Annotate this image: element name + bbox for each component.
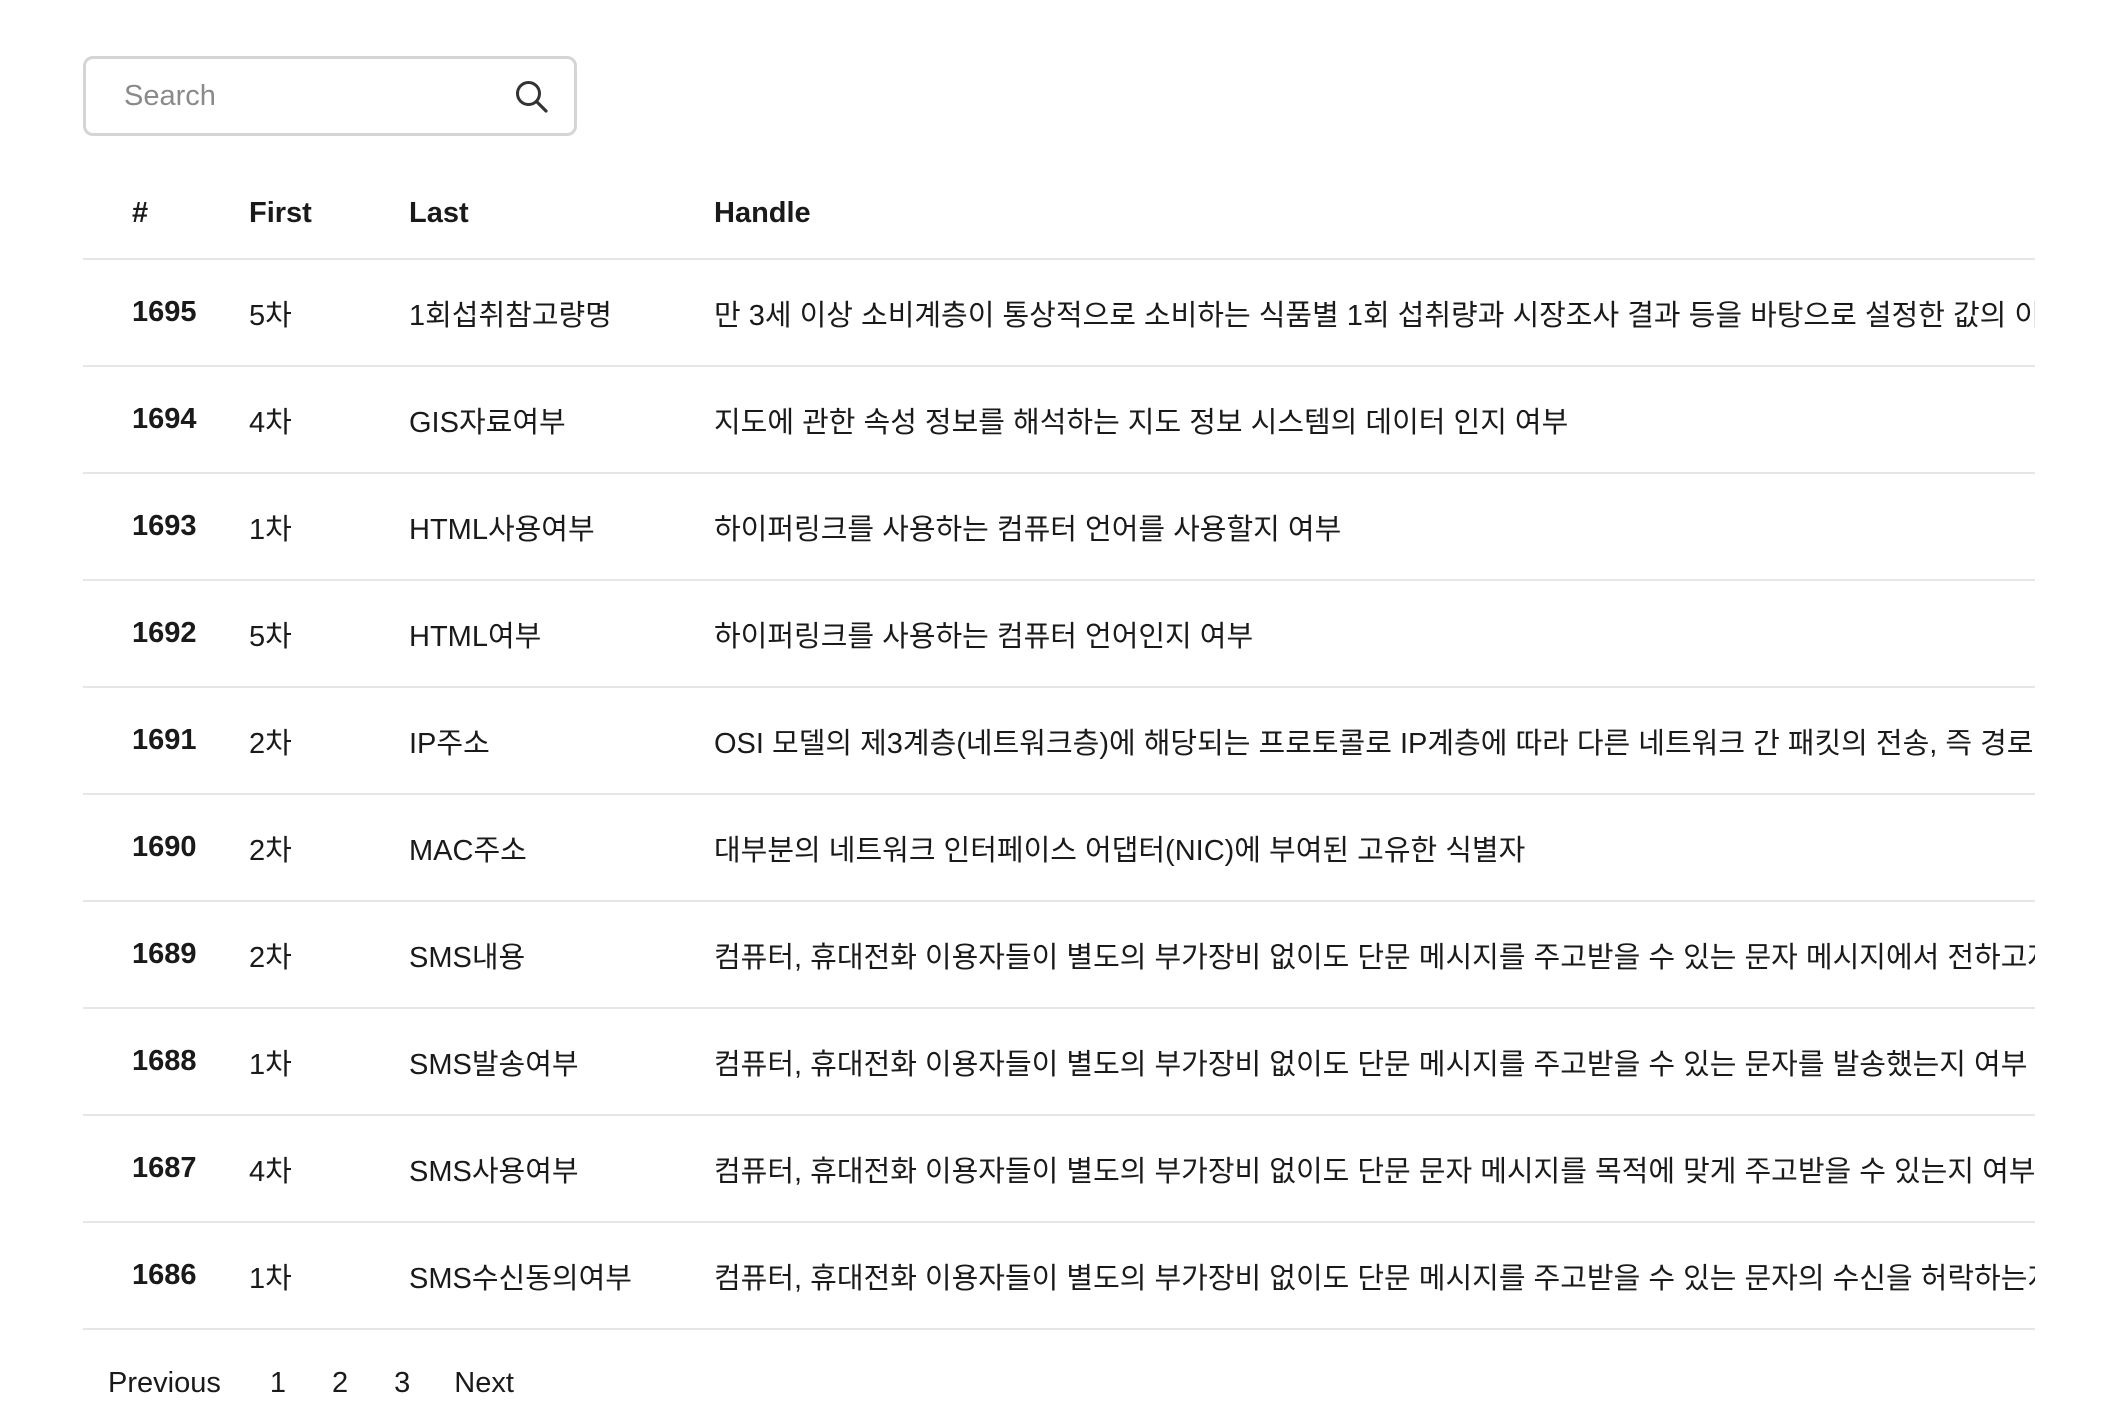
cell-number: 1688 xyxy=(83,1008,249,1116)
cell-number: 1692 xyxy=(83,580,249,688)
table-row: 1686 1차 SMS수신동의여부 컴퓨터, 휴대전화 이용자들이 별도의 부가… xyxy=(83,1222,2035,1330)
cell-number: 1689 xyxy=(83,901,249,1009)
table-row: 1693 1차 HTML사용여부 하이퍼링크를 사용하는 컴퓨터 언어를 사용할… xyxy=(83,473,2035,581)
cell-handle: 하이퍼링크를 사용하는 컴퓨터 언어인지 여부 xyxy=(714,580,2035,688)
cell-number: 1690 xyxy=(83,794,249,902)
cell-first: 5차 xyxy=(249,580,409,688)
cell-handle: OSI 모델의 제3계층(네트워크층)에 해당되는 프로토콜로 IP계층에 따라… xyxy=(714,687,2035,795)
cell-number: 1694 xyxy=(83,366,249,474)
cell-first: 1차 xyxy=(249,473,409,581)
column-header-last: Last xyxy=(409,168,714,260)
search-input[interactable] xyxy=(124,59,504,133)
cell-handle: 컴퓨터, 휴대전화 이용자들이 별도의 부가장비 없이도 단문 문자 메시지를 … xyxy=(714,1115,2035,1223)
data-table-container: # First Last Handle 1695 5차 1회섭취참고량명 만 3… xyxy=(83,168,2035,1330)
cell-first: 1차 xyxy=(249,1222,409,1330)
page-3-link[interactable]: 3 xyxy=(394,1367,410,1400)
cell-number: 1693 xyxy=(83,473,249,581)
cell-first: 4차 xyxy=(249,366,409,474)
table-row: 1694 4차 GIS자료여부 지도에 관한 속성 정보를 해석하는 지도 정보… xyxy=(83,366,2035,474)
cell-first: 1차 xyxy=(249,1008,409,1116)
table-row: 1690 2차 MAC주소 대부분의 네트워크 인터페이스 어댑터(NIC)에 … xyxy=(83,794,2035,902)
cell-handle: 컴퓨터, 휴대전화 이용자들이 별도의 부가장비 없이도 단문 메시지를 주고받… xyxy=(714,1008,2035,1116)
cell-last: MAC주소 xyxy=(409,794,714,902)
cell-first: 5차 xyxy=(249,259,409,367)
cell-number: 1695 xyxy=(83,259,249,367)
data-table: # First Last Handle 1695 5차 1회섭취참고량명 만 3… xyxy=(83,168,2035,1330)
page-2-link[interactable]: 2 xyxy=(332,1367,348,1400)
next-page-button[interactable]: Next xyxy=(454,1367,514,1400)
cell-last: HTML사용여부 xyxy=(409,473,714,581)
cell-handle: 컴퓨터, 휴대전화 이용자들이 별도의 부가장비 없이도 단문 메시지를 주고받… xyxy=(714,901,2035,1009)
table-row: 1692 5차 HTML여부 하이퍼링크를 사용하는 컴퓨터 언어인지 여부 xyxy=(83,580,2035,688)
cell-last: SMS수신동의여부 xyxy=(409,1222,714,1330)
cell-first: 4차 xyxy=(249,1115,409,1223)
previous-page-button[interactable]: Previous xyxy=(108,1367,221,1400)
cell-last: HTML여부 xyxy=(409,580,714,688)
table-row: 1695 5차 1회섭취참고량명 만 3세 이상 소비계층이 통상적으로 소비하… xyxy=(83,259,2035,367)
table-row: 1688 1차 SMS발송여부 컴퓨터, 휴대전화 이용자들이 별도의 부가장비… xyxy=(83,1008,2035,1116)
table-row: 1689 2차 SMS내용 컴퓨터, 휴대전화 이용자들이 별도의 부가장비 없… xyxy=(83,901,2035,1009)
column-header-number: # xyxy=(83,168,249,260)
cell-number: 1691 xyxy=(83,687,249,795)
cell-last: SMS사용여부 xyxy=(409,1115,714,1223)
page-1-link[interactable]: 1 xyxy=(270,1367,286,1400)
pagination: Previous 1 2 3 Next xyxy=(83,1350,514,1416)
search-box[interactable] xyxy=(83,56,577,136)
cell-first: 2차 xyxy=(249,901,409,1009)
cell-handle: 하이퍼링크를 사용하는 컴퓨터 언어를 사용할지 여부 xyxy=(714,473,2035,581)
cell-first: 2차 xyxy=(249,794,409,902)
column-header-handle: Handle xyxy=(714,168,2035,260)
cell-number: 1687 xyxy=(83,1115,249,1223)
cell-handle: 지도에 관한 속성 정보를 해석하는 지도 정보 시스템의 데이터 인지 여부 xyxy=(714,366,2035,474)
table-row: 1687 4차 SMS사용여부 컴퓨터, 휴대전화 이용자들이 별도의 부가장비… xyxy=(83,1115,2035,1223)
cell-last: SMS발송여부 xyxy=(409,1008,714,1116)
cell-last: GIS자료여부 xyxy=(409,366,714,474)
column-header-first: First xyxy=(249,168,409,260)
table-row: 1691 2차 IP주소 OSI 모델의 제3계층(네트워크층)에 해당되는 프… xyxy=(83,687,2035,795)
cell-handle: 만 3세 이상 소비계층이 통상적으로 소비하는 식품별 1회 섭취량과 시장조… xyxy=(714,259,2035,367)
cell-last: SMS내용 xyxy=(409,901,714,1009)
cell-handle: 컴퓨터, 휴대전화 이용자들이 별도의 부가장비 없이도 단문 메시지를 주고받… xyxy=(714,1222,2035,1330)
cell-handle: 대부분의 네트워크 인터페이스 어댑터(NIC)에 부여된 고유한 식별자 xyxy=(714,794,2035,902)
cell-number: 1686 xyxy=(83,1222,249,1330)
search-icon[interactable] xyxy=(514,79,550,115)
table-header-row: # First Last Handle xyxy=(83,168,2035,260)
cell-first: 2차 xyxy=(249,687,409,795)
cell-last: 1회섭취참고량명 xyxy=(409,259,714,367)
cell-last: IP주소 xyxy=(409,687,714,795)
